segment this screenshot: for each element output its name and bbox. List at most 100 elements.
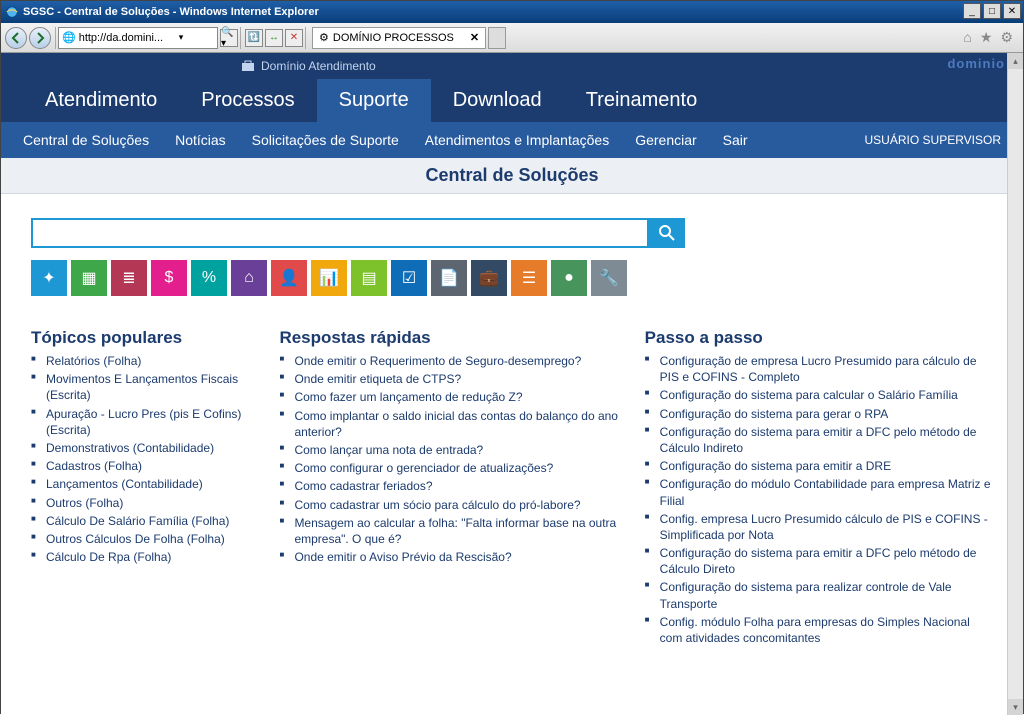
list-link[interactable]: Configuração do sistema para emitir a DF… xyxy=(660,425,977,455)
list-link[interactable]: Onde emitir etiqueta de CTPS? xyxy=(294,372,461,386)
tile-tool[interactable]: 🔧 xyxy=(591,260,627,296)
content-area: ✦▦≣$%⌂👤📊▤☑📄💼☰●🔧 Tópicos populares Relató… xyxy=(1,194,1023,662)
list-link[interactable]: Config. módulo Folha para empresas do Si… xyxy=(660,615,970,645)
scroll-down-icon[interactable]: ▾ xyxy=(1008,699,1023,715)
search-dropdown-button[interactable]: 🔍▾ xyxy=(220,29,238,47)
list-link[interactable]: Configuração do sistema para realizar co… xyxy=(660,580,952,610)
list-item: Cadastros (Folha) xyxy=(31,458,269,474)
browser-tab[interactable]: ⚙ DOMÍNIO PROCESSOS ✕ xyxy=(312,27,486,49)
ie-toolbar: 🌐 ▾ 🔍▾ 🔃 ↔ ✕ ⚙ DOMÍNIO PROCESSOS ✕ ⌂ ★ ⚙ xyxy=(1,23,1023,53)
tile-docs[interactable]: ≣ xyxy=(111,260,147,296)
list-link[interactable]: Configuração do sistema para gerar o RPA xyxy=(660,407,889,421)
list-link[interactable]: Configuração de empresa Lucro Presumido … xyxy=(660,354,977,384)
submenu-item[interactable]: Atendimentos e Implantações xyxy=(425,132,609,148)
mainmenu-item-suporte[interactable]: Suporte xyxy=(317,79,431,122)
stop-button[interactable]: ✕ xyxy=(285,29,303,47)
user-label: USUÁRIO SUPERVISOR xyxy=(865,133,1001,147)
scrollbar[interactable]: ▴ ▾ xyxy=(1007,53,1023,715)
list-link[interactable]: Outros Cálculos De Folha (Folha) xyxy=(46,532,225,546)
tile-home[interactable]: ⌂ xyxy=(231,260,267,296)
minimize-button[interactable]: _ xyxy=(963,3,981,19)
list-link[interactable]: Cálculo De Salário Família (Folha) xyxy=(46,514,229,528)
list-link[interactable]: Apuração - Lucro Pres (pis E Cofins) (Es… xyxy=(46,407,241,437)
list-link[interactable]: Como configurar o gerenciador de atualiz… xyxy=(294,461,553,475)
list-item: Outros (Folha) xyxy=(31,495,269,511)
scroll-up-icon[interactable]: ▴ xyxy=(1008,53,1023,69)
tile-user[interactable]: 👤 xyxy=(271,260,307,296)
list-link[interactable]: Configuração do sistema para emitir a DR… xyxy=(660,459,891,473)
mainmenu-item-processos[interactable]: Processos xyxy=(179,79,316,122)
tile-list[interactable]: ☰ xyxy=(511,260,547,296)
tile-file[interactable]: 📄 xyxy=(431,260,467,296)
tile-dot[interactable]: ● xyxy=(551,260,587,296)
list-item: Outros Cálculos De Folha (Folha) xyxy=(31,531,269,547)
list-link[interactable]: Como cadastrar feriados? xyxy=(294,479,432,493)
list-link[interactable]: Onde emitir o Aviso Prévio da Rescisão? xyxy=(294,550,511,564)
submenu-item[interactable]: Solicitações de Suporte xyxy=(252,132,399,148)
list-link[interactable]: Mensagem ao calcular a folha: "Falta inf… xyxy=(294,516,616,546)
tile-check[interactable]: ☑ xyxy=(391,260,427,296)
forward-button[interactable] xyxy=(29,27,51,49)
list-item: Config. módulo Folha para empresas do Si… xyxy=(645,614,993,646)
list-item: Lançamentos (Contabilidade) xyxy=(31,476,269,492)
column-title-passo: Passo a passo xyxy=(645,328,993,348)
tile-briefcase[interactable]: 💼 xyxy=(471,260,507,296)
list-link[interactable]: Cálculo De Rpa (Folha) xyxy=(46,550,171,564)
list-link[interactable]: Config. empresa Lucro Presumido cálculo … xyxy=(660,512,988,542)
tools-icon[interactable]: ⚙ xyxy=(1000,29,1013,46)
list-link[interactable]: Lançamentos (Contabilidade) xyxy=(46,477,203,491)
tile-1[interactable]: ✦ xyxy=(31,260,67,296)
close-button[interactable]: ✕ xyxy=(1003,3,1021,19)
list-item: Como cadastrar um sócio para cálculo do … xyxy=(279,497,634,513)
tile-percent[interactable]: % xyxy=(191,260,227,296)
search-box[interactable] xyxy=(31,218,649,248)
window-titlebar: SGSC - Central de Soluções - Windows Int… xyxy=(1,1,1023,23)
favorites-icon[interactable]: ★ xyxy=(980,29,993,46)
submenu-item[interactable]: Gerenciar xyxy=(635,132,696,148)
search-input[interactable] xyxy=(33,226,647,241)
new-tab-button[interactable] xyxy=(488,27,506,49)
list-link[interactable]: Configuração do módulo Contabilidade par… xyxy=(660,477,991,507)
list-item: Configuração do sistema para calcular o … xyxy=(645,387,993,403)
home-icon[interactable]: ⌂ xyxy=(963,29,971,46)
list-link[interactable]: Onde emitir o Requerimento de Seguro-des… xyxy=(294,354,581,368)
tile-calc[interactable]: ▦ xyxy=(71,260,107,296)
main-menu: AtendimentoProcessosSuporteDownloadTrein… xyxy=(1,78,1023,122)
list-link[interactable]: Como fazer um lançamento de redução Z? xyxy=(294,390,522,404)
submenu-item[interactable]: Central de Soluções xyxy=(23,132,149,148)
maximize-button[interactable]: □ xyxy=(983,3,1001,19)
dropdown-icon[interactable]: ▾ xyxy=(179,32,184,43)
compat-button[interactable]: ↔ xyxy=(265,29,283,47)
list-link[interactable]: Como cadastrar um sócio para cálculo do … xyxy=(294,498,580,512)
mainmenu-item-download[interactable]: Download xyxy=(431,79,564,122)
list-item: Mensagem ao calcular a folha: "Falta inf… xyxy=(279,515,634,547)
list-item: Configuração do sistema para gerar o RPA xyxy=(645,406,993,422)
mainmenu-item-atendimento[interactable]: Atendimento xyxy=(23,79,179,122)
list-link[interactable]: Relatórios (Folha) xyxy=(46,354,141,368)
mainmenu-item-treinamento[interactable]: Treinamento xyxy=(564,79,720,122)
submenu-item[interactable]: Notícias xyxy=(175,132,226,148)
list-link[interactable]: Demonstrativos (Contabilidade) xyxy=(46,441,214,455)
submenu-item[interactable]: Sair xyxy=(723,132,748,148)
tile-chart[interactable]: 📊 xyxy=(311,260,347,296)
list-link[interactable]: Como lançar uma nota de entrada? xyxy=(294,443,483,457)
list-link[interactable]: Configuração do sistema para emitir a DF… xyxy=(660,546,977,576)
column-topicos: Tópicos populares Relatórios (Folha)Movi… xyxy=(31,328,269,648)
briefcase-icon xyxy=(241,60,255,72)
tile-money[interactable]: $ xyxy=(151,260,187,296)
refresh-button[interactable]: 🔃 xyxy=(245,29,263,47)
search-button[interactable] xyxy=(649,218,685,248)
list-link[interactable]: Cadastros (Folha) xyxy=(46,459,142,473)
list-link[interactable]: Configuração do sistema para calcular o … xyxy=(660,388,958,402)
list-link[interactable]: Movimentos E Lançamentos Fiscais (Escrit… xyxy=(46,372,238,402)
topband-label: Domínio Atendimento xyxy=(261,59,376,73)
list-topicos: Relatórios (Folha) Movimentos E Lançament… xyxy=(31,353,269,565)
list-link[interactable]: Como implantar o saldo inicial das conta… xyxy=(294,409,618,439)
back-button[interactable] xyxy=(5,27,27,49)
tab-close-icon[interactable]: ✕ xyxy=(470,31,479,44)
list-link[interactable]: Outros (Folha) xyxy=(46,496,123,510)
tile-book[interactable]: ▤ xyxy=(351,260,387,296)
address-bar[interactable]: 🌐 ▾ xyxy=(58,27,218,49)
brand-logo: dominio xyxy=(947,56,1005,71)
url-input[interactable] xyxy=(79,32,179,44)
